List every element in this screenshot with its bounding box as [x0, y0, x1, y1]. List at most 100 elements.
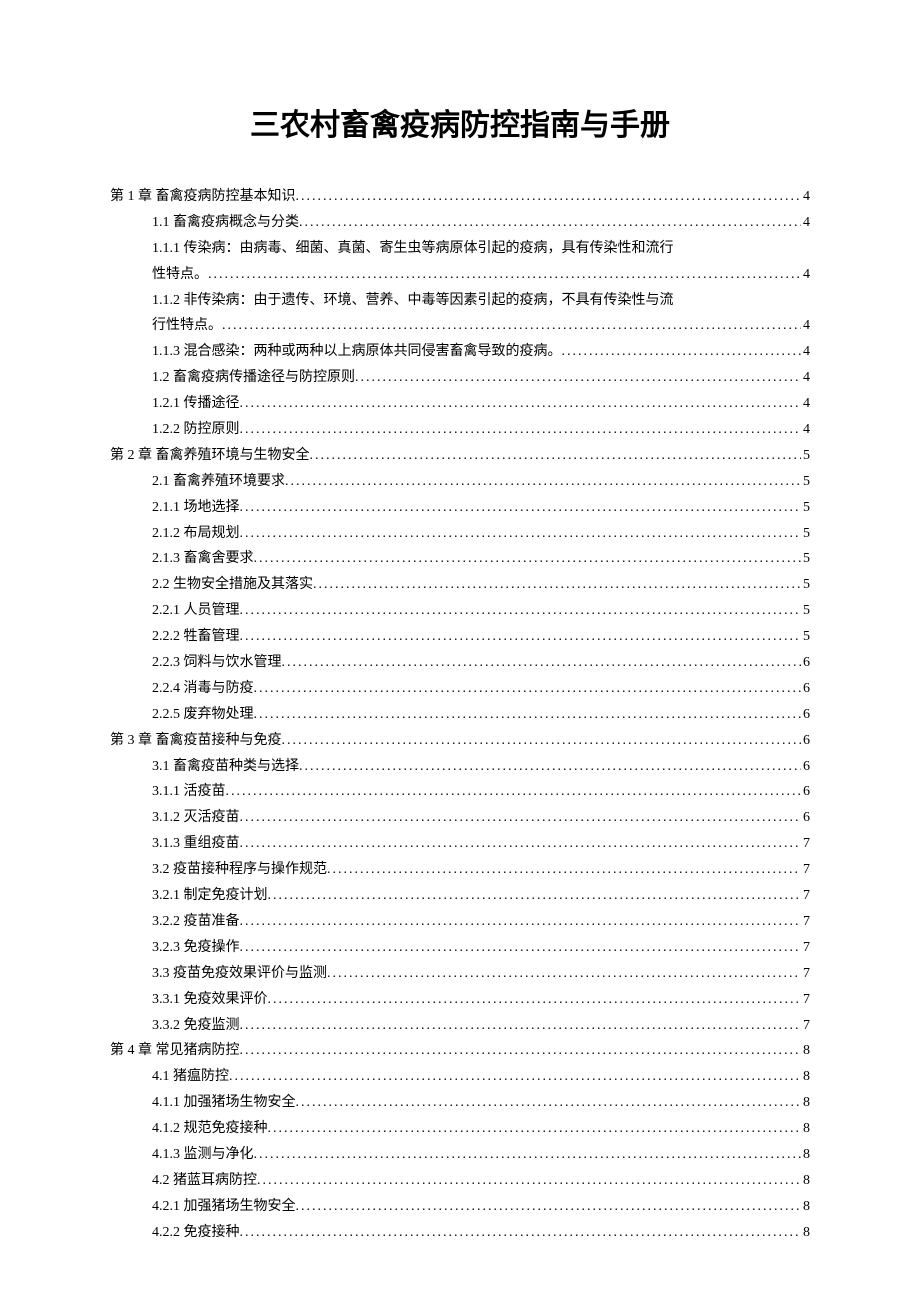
toc-entry[interactable]: 1.1.3 混合感染：两种或两种以上病原体共同侵害畜禽导致的疫病。 4 — [110, 339, 810, 365]
toc-entry-text: 4.2.2 免疫接种 — [152, 1220, 240, 1246]
toc-entry-text: 3.2.3 免疫操作 — [152, 935, 240, 961]
toc-entry[interactable]: 第 3 章 畜禽疫苗接种与免疫6 — [110, 728, 810, 754]
toc-entry[interactable]: 1.1.1 传染病：由病毒、细菌、真菌、寄生虫等病原体引起的疫病，具有传染性和流… — [110, 236, 810, 288]
toc-page-number: 6 — [801, 650, 810, 676]
toc-entry-text: 1.1 畜禽疫病概念与分类 — [152, 210, 299, 236]
toc-entry[interactable]: 1.1 畜禽疫病概念与分类4 — [110, 210, 810, 236]
toc-leader-dots — [299, 754, 801, 780]
toc-entry[interactable]: 3.1 畜禽疫苗种类与选择6 — [110, 754, 810, 780]
toc-page-number: 7 — [801, 987, 810, 1013]
toc-leader-dots — [240, 417, 802, 443]
toc-entry[interactable]: 3.2 疫苗接种程序与操作规范7 — [110, 857, 810, 883]
toc-entry[interactable]: 4.1.3 监测与净化8 — [110, 1142, 810, 1168]
toc-entry[interactable]: 4.1.2 规范免疫接种8 — [110, 1116, 810, 1142]
toc-entry-text: 第 2 章 畜禽养殖环境与生物安全 — [110, 443, 310, 469]
toc-page-number: 4 — [801, 417, 810, 443]
toc-entry[interactable]: 3.3 疫苗免疫效果评价与监测 7 — [110, 961, 810, 987]
toc-page-number: 4 — [801, 339, 810, 365]
toc-entry[interactable]: 3.3.1 免疫效果评价 7 — [110, 987, 810, 1013]
toc-leader-dots — [562, 339, 802, 365]
toc-page-number: 8 — [801, 1142, 810, 1168]
toc-entry[interactable]: 2.2.3 饲料与饮水管理 6 — [110, 650, 810, 676]
toc-entry[interactable]: 第 1 章 畜禽疫病防控基本知识4 — [110, 184, 810, 210]
toc-entry[interactable]: 1.1.2 非传染病：由于遗传、环境、营养、中毒等因素引起的疫病，不具有传染性与… — [110, 288, 810, 340]
toc-entry[interactable]: 4.1.1 加强猪场生物安全8 — [110, 1090, 810, 1116]
toc-entry-text: 1.2 畜禽疫病传播途径与防控原则 — [152, 365, 355, 391]
toc-page-number: 7 — [801, 857, 810, 883]
toc-entry[interactable]: 2.1.1 场地选择5 — [110, 495, 810, 521]
toc-entry-text: 2.2 生物安全措施及其落实 — [152, 572, 313, 598]
toc-entry[interactable]: 4.2.2 免疫接种8 — [110, 1220, 810, 1246]
toc-entry-text: 3.2.1 制定免疫计划 — [152, 883, 268, 909]
toc-entry[interactable]: 2.2.4 消毒与防疫6 — [110, 676, 810, 702]
toc-entry-text: 3.3.2 免疫监测 — [152, 1013, 240, 1039]
toc-entry-text: 3.3 疫苗免疫效果评价与监测 — [152, 961, 327, 987]
toc-entry-text: 2.2.5 废弃物处理 — [152, 702, 254, 728]
toc-entry[interactable]: 1.2 畜禽疫病传播途径与防控原则4 — [110, 365, 810, 391]
toc-entry[interactable]: 2.2.2 牲畜管理5 — [110, 624, 810, 650]
toc-entry[interactable]: 3.1.1 活疫苗6 — [110, 779, 810, 805]
toc-page-number: 5 — [801, 572, 810, 598]
toc-page-number: 7 — [801, 961, 810, 987]
toc-page-number: 5 — [801, 469, 810, 495]
toc-entry[interactable]: 4.2 猪蓝耳病防控 8 — [110, 1168, 810, 1194]
toc-leader-dots — [254, 1142, 802, 1168]
toc-leader-dots — [240, 1013, 802, 1039]
toc-entry[interactable]: 3.3.2 免疫监测 7 — [110, 1013, 810, 1039]
toc-entry[interactable]: 2.1.3 畜禽舍要求 5 — [110, 546, 810, 572]
toc-entry-text: 4.1 猪瘟防控 — [152, 1064, 229, 1090]
toc-entry-text: 2.2.3 饲料与饮水管理 — [152, 650, 282, 676]
toc-page-number: 7 — [801, 935, 810, 961]
toc-leader-dots — [254, 546, 802, 572]
toc-entry[interactable]: 3.1.2 灭活疫苗6 — [110, 805, 810, 831]
toc-entry-text: 1.2.1 传播途径 — [152, 391, 240, 417]
toc-page-number: 5 — [801, 546, 810, 572]
toc-entry[interactable]: 2.1.2 布局规划5 — [110, 521, 810, 547]
toc-leader-dots — [222, 313, 801, 339]
toc-leader-dots — [240, 909, 802, 935]
toc-entry[interactable]: 2.2.5 废弃物处理6 — [110, 702, 810, 728]
toc-entry[interactable]: 3.1.3 重组疫苗7 — [110, 831, 810, 857]
toc-entry-text: 4.2 猪蓝耳病防控 — [152, 1168, 257, 1194]
toc-leader-dots — [240, 935, 802, 961]
toc-leader-dots — [282, 650, 802, 676]
toc-leader-dots — [296, 184, 802, 210]
toc-entry[interactable]: 4.2.1 加强猪场生物安全8 — [110, 1194, 810, 1220]
toc-entry[interactable]: 3.2.1 制定免疫计划 7 — [110, 883, 810, 909]
toc-leader-dots — [299, 210, 801, 236]
toc-entry[interactable]: 2.2 生物安全措施及其落实 5 — [110, 572, 810, 598]
toc-leader-dots — [268, 987, 802, 1013]
toc-entry-text: 4.1.2 规范免疫接种 — [152, 1116, 268, 1142]
toc-entry[interactable]: 1.2.2 防控原则4 — [110, 417, 810, 443]
toc-entry-text: 1.1.2 非传染病：由于遗传、环境、营养、中毒等因素引起的疫病，不具有传染性与… — [152, 288, 810, 314]
toc-leader-dots — [240, 1220, 802, 1246]
toc-entry[interactable]: 2.2.1 人员管理5 — [110, 598, 810, 624]
toc-leader-dots — [327, 857, 801, 883]
toc-page-number: 6 — [801, 728, 810, 754]
toc-page-number: 8 — [801, 1090, 810, 1116]
toc-leader-dots — [254, 702, 802, 728]
toc-page-number: 8 — [801, 1194, 810, 1220]
document-title: 三农村畜禽疫病防控指南与手册 — [110, 100, 810, 144]
toc-page-number: 8 — [801, 1168, 810, 1194]
toc-entry-text: 行性特点。 — [152, 313, 222, 339]
toc-entry[interactable]: 4.1 猪瘟防控8 — [110, 1064, 810, 1090]
toc-page-number: 7 — [801, 1013, 810, 1039]
toc-entry-text: 2.1.3 畜禽舍要求 — [152, 546, 254, 572]
toc-entry[interactable]: 3.2.2 疫苗准备7 — [110, 909, 810, 935]
toc-entry[interactable]: 第 2 章 畜禽养殖环境与生物安全5 — [110, 443, 810, 469]
toc-leader-dots — [226, 779, 802, 805]
toc-page-number: 7 — [801, 883, 810, 909]
toc-leader-dots — [285, 469, 801, 495]
toc-entry-text: 第 1 章 畜禽疫病防控基本知识 — [110, 184, 296, 210]
toc-leader-dots — [208, 262, 801, 288]
toc-entry[interactable]: 第 4 章 常见猪病防控8 — [110, 1038, 810, 1064]
toc-entry-text: 3.1.3 重组疫苗 — [152, 831, 240, 857]
toc-entry[interactable]: 1.2.1 传播途径4 — [110, 391, 810, 417]
toc-entry-text: 性特点。 — [152, 262, 208, 288]
toc-entry-text: 1.1.3 混合感染：两种或两种以上病原体共同侵害畜禽导致的疫病。 — [152, 339, 562, 365]
toc-entry[interactable]: 2.1 畜禽养殖环境要求5 — [110, 469, 810, 495]
toc-entry[interactable]: 3.2.3 免疫操作 7 — [110, 935, 810, 961]
toc-entry-text: 3.3.1 免疫效果评价 — [152, 987, 268, 1013]
toc-leader-dots — [240, 598, 802, 624]
